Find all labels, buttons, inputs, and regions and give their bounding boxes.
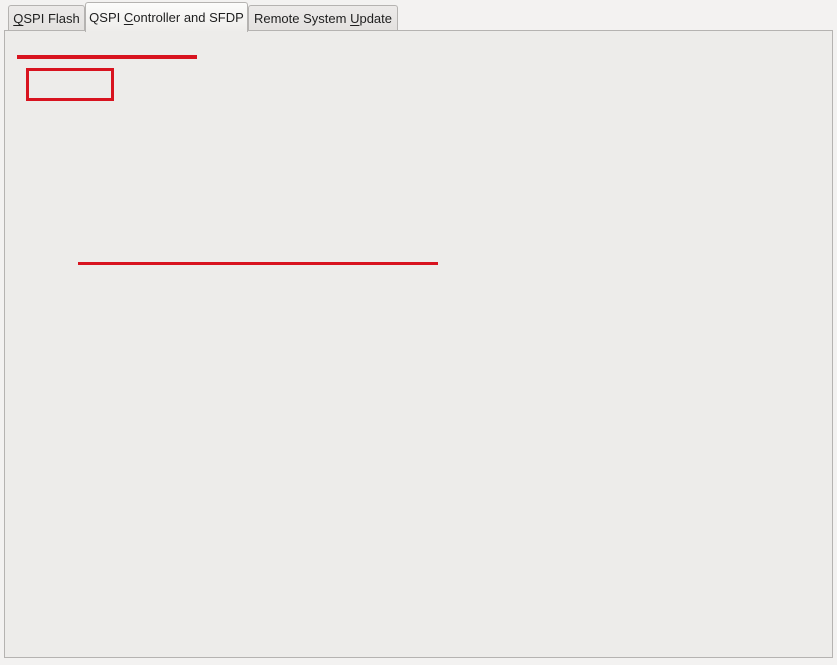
annotation-read-highlight [26, 68, 114, 101]
application-window: { "tabs": [ {"pre":"", "u":"Q", "post":"… [0, 0, 837, 665]
tab-qspi-flash[interactable]: QSPI Flash [8, 5, 85, 31]
annotation-title-underline [17, 55, 197, 59]
tab-remote-system-update[interactable]: Remote System Update [248, 5, 398, 31]
tab-label: QSPI Controller and SFDP [89, 10, 244, 25]
tab-qspi-controller-and-sfdp[interactable]: QSPI Controller and SFDP [85, 2, 248, 32]
tab-page [4, 30, 833, 658]
tab-label: QSPI Flash [13, 11, 79, 26]
tab-label: Remote System Update [254, 11, 392, 26]
annotation-command-mode-underline [78, 262, 438, 265]
